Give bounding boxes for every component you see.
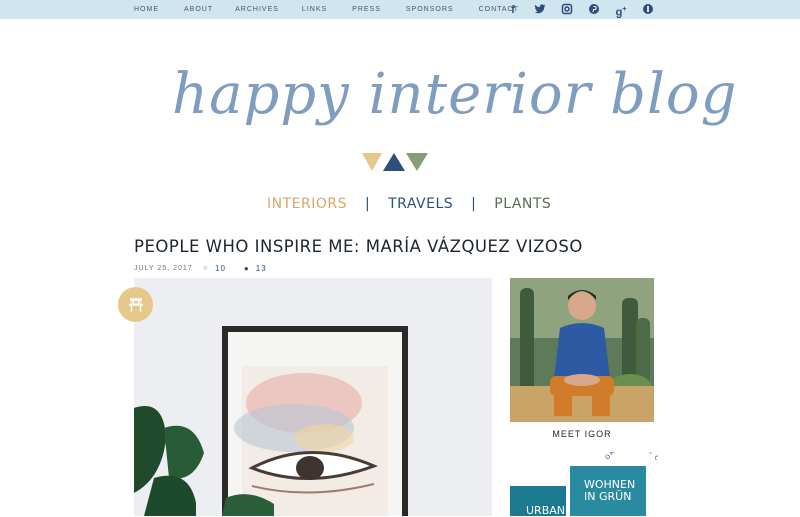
nav-sponsors[interactable]: SPONSORS <box>406 6 454 13</box>
nav-about[interactable]: ABOUT <box>184 6 213 13</box>
nav-home[interactable]: HOME <box>134 6 159 13</box>
nav-archives[interactable]: ARCHIVES <box>235 6 279 13</box>
category-separator: | <box>364 196 371 212</box>
pinterest-icon[interactable] <box>586 3 602 17</box>
chair-category-icon[interactable] <box>118 287 153 322</box>
author-photo-illustration <box>510 278 654 422</box>
category-menu: INTERIORS | TRAVELS | PLANTS <box>267 196 551 212</box>
nav-press[interactable]: PRESS <box>352 6 381 13</box>
likes-count: 10 <box>215 263 226 273</box>
featured-image-illustration <box>134 278 492 516</box>
top-navigation-bar: HOME ABOUT ARCHIVES LINKS PRESS SPONSORS… <box>0 0 800 19</box>
category-plants[interactable]: PLANTS <box>494 196 551 212</box>
author-photo[interactable] <box>510 278 654 422</box>
book-wohnen-in-gruen[interactable]: WOHNEN IN GRÜN <box>570 466 646 516</box>
comments-count: 13 <box>255 263 267 273</box>
book-urban-title: URBAN <box>526 504 565 517</box>
twitter-icon[interactable] <box>532 3 548 17</box>
social-links: f g+ <box>505 2 667 19</box>
post-featured-image[interactable] <box>134 278 492 516</box>
googleplus-icon[interactable]: g+ <box>613 3 629 19</box>
heart-icon[interactable]: ♥ <box>203 263 209 273</box>
nav-links[interactable]: LINKS <box>302 6 327 13</box>
main-nav: HOME ABOUT ARCHIVES LINKS PRESS SPONSORS… <box>134 0 519 19</box>
facebook-icon[interactable]: f <box>505 3 521 17</box>
book-wohnen-title-line1: WOHNEN <box>584 478 636 491</box>
book-wohnen-title-line2: IN GRÜN <box>584 490 632 503</box>
site-logo[interactable]: happy interior blog <box>160 52 737 152</box>
logo-wordmark: happy interior blog <box>172 62 738 127</box>
meet-author-link[interactable]: MEET IGOR <box>510 429 654 439</box>
category-interiors[interactable]: INTERIORS <box>267 196 347 212</box>
post-meta: JULY 25, 2017 ♥ 10 ● 13 <box>134 263 267 273</box>
book-promo[interactable]: ORDER YOUR COPY! URBAN WOHNEN IN GRÜN <box>508 452 658 516</box>
instagram-icon[interactable] <box>559 3 575 17</box>
category-separator: | <box>471 196 477 212</box>
post-date: JULY 25, 2017 <box>134 264 193 272</box>
logo-triangles-icon <box>362 153 428 171</box>
comment-icon[interactable]: ● <box>244 264 250 273</box>
post-title[interactable]: PEOPLE WHO INSPIRE ME: MARÍA VÁZQUEZ VIZ… <box>134 237 583 256</box>
chair-icon <box>128 297 143 312</box>
book-urban[interactable]: URBAN <box>510 486 566 516</box>
category-travels[interactable]: TRAVELS <box>388 196 453 212</box>
bloglovin-icon[interactable] <box>640 3 656 17</box>
